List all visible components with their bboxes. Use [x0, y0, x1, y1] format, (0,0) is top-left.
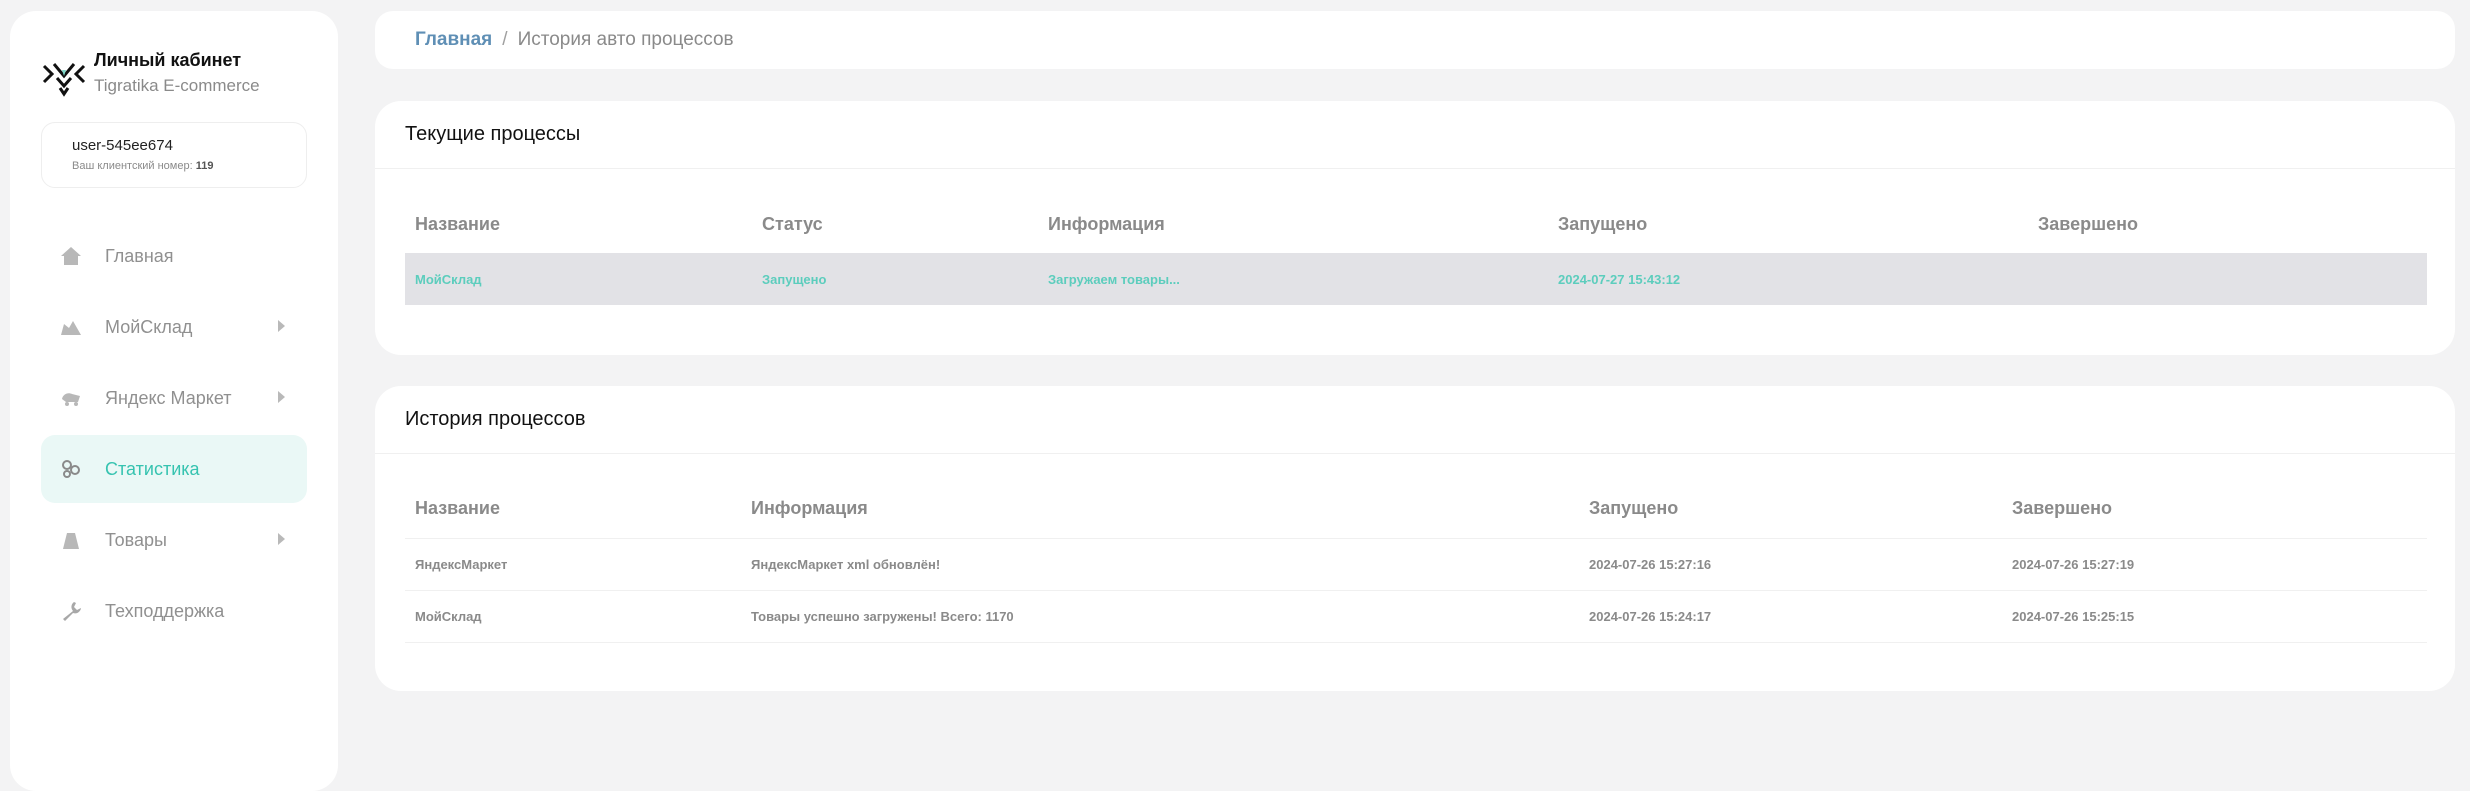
tiger-logo-icon — [42, 63, 86, 97]
user-card[interactable]: user-545ee674 Ваш клиентский номер: 119 — [41, 122, 307, 188]
process-info: ЯндексМаркет xml обновлён! — [741, 537, 1579, 590]
column-header-started: Запущено — [1589, 498, 1679, 519]
sidebar-item-moysklad[interactable]: МойСклад — [41, 293, 307, 361]
stats-icon — [59, 457, 83, 481]
sidebar-item-yandex-market[interactable]: Яндекс Маркет — [41, 364, 307, 432]
client-number: 119 — [195, 160, 214, 172]
caret-right-icon — [278, 391, 285, 403]
process-name: ЯндексМаркет — [405, 537, 741, 590]
client-number-line: Ваш клиентский номер: 119 — [72, 160, 276, 172]
process-history-title: История процессов — [375, 386, 2455, 454]
process-started: 2024-07-27 15:43:12 — [1548, 253, 2028, 305]
process-status: Запущено — [752, 253, 1038, 305]
user-name: user-545ee674 — [72, 137, 173, 154]
column-header-finished: Завершено — [2012, 498, 2113, 519]
process-name: МойСклад — [405, 589, 741, 643]
sidebar-item-label: МойСклад — [105, 316, 193, 337]
client-number-label: Ваш клиентский номер: — [72, 160, 193, 172]
home-icon — [59, 244, 83, 268]
breadcrumb-separator: / — [502, 29, 508, 50]
current-processes-card: Текущие процессы Название Статус Информа… — [375, 101, 2455, 355]
column-header-name: Название — [415, 213, 500, 234]
column-header-status: Статус — [762, 213, 823, 234]
breadcrumb-current: История авто процессов — [517, 29, 734, 50]
process-finished — [2028, 253, 2427, 305]
sidebar-item-support[interactable]: Техподдержка — [41, 577, 307, 645]
process-started: 2024-07-26 15:24:17 — [1579, 589, 2002, 643]
sidebar-item-products[interactable]: Товары — [41, 506, 307, 574]
process-started: 2024-07-26 15:27:16 — [1579, 537, 2002, 590]
column-header-finished: Завершено — [2038, 213, 2139, 234]
process-history-table: Название Информация Запущено Завершено Я… — [405, 480, 2427, 643]
table-row[interactable]: ЯндексМаркет ЯндексМаркет xml обновлён! … — [405, 537, 2427, 590]
process-finished: 2024-07-26 15:27:19 — [2002, 537, 2427, 590]
column-header-info: Информация — [751, 498, 868, 519]
caret-right-icon — [278, 320, 285, 332]
wrench-icon — [59, 599, 83, 623]
table-row[interactable]: МойСклад Запущено Загружаем товары... 20… — [405, 253, 2427, 305]
sidebar-nav: Главная МойСклад Яндекс Маркет Статистик… — [41, 222, 307, 648]
sidebar: Личный кабинет Tigratika E-commerce user… — [10, 11, 338, 791]
cart-icon — [59, 386, 83, 410]
brand-title: Личный кабинет — [94, 50, 242, 70]
sidebar-item-label: Товары — [105, 529, 167, 550]
column-header-info: Информация — [1048, 213, 1165, 234]
breadcrumb-home-link[interactable]: Главная — [415, 29, 492, 51]
brand[interactable]: Личный кабинет Tigratika E-commerce — [40, 48, 260, 104]
table-row[interactable]: МойСклад Товары успешно загружены! Всего… — [405, 589, 2427, 643]
sidebar-item-statistics[interactable]: Статистика — [41, 435, 307, 503]
sidebar-item-label: Яндекс Маркет — [105, 387, 232, 408]
caret-right-icon — [278, 533, 285, 545]
sidebar-item-label: Главная — [105, 245, 174, 266]
process-history-card: История процессов Название Информация За… — [375, 386, 2455, 691]
sidebar-item-label: Статистика — [105, 458, 200, 479]
process-info: Товары успешно загружены! Всего: 1170 — [741, 589, 1579, 643]
bag-icon — [59, 528, 83, 552]
sidebar-item-label: Техподдержка — [105, 600, 225, 621]
warehouse-icon — [59, 315, 83, 339]
process-name: МойСклад — [405, 253, 752, 305]
sidebar-item-home[interactable]: Главная — [41, 222, 307, 290]
process-info: Загружаем товары... — [1038, 253, 1548, 305]
brand-subtitle: Tigratika E-commerce — [94, 76, 260, 95]
current-processes-table: Название Статус Информация Запущено Заве… — [405, 195, 2427, 305]
column-header-name: Название — [415, 498, 500, 519]
column-header-started: Запущено — [1558, 213, 1648, 234]
table-header-row: Название Информация Запущено Завершено — [405, 480, 2427, 538]
table-header-row: Название Статус Информация Запущено Заве… — [405, 195, 2427, 253]
current-processes-title: Текущие процессы — [375, 101, 2455, 169]
process-finished: 2024-07-26 15:25:15 — [2002, 589, 2427, 643]
breadcrumb: Главная / История авто процессов — [375, 11, 2455, 69]
